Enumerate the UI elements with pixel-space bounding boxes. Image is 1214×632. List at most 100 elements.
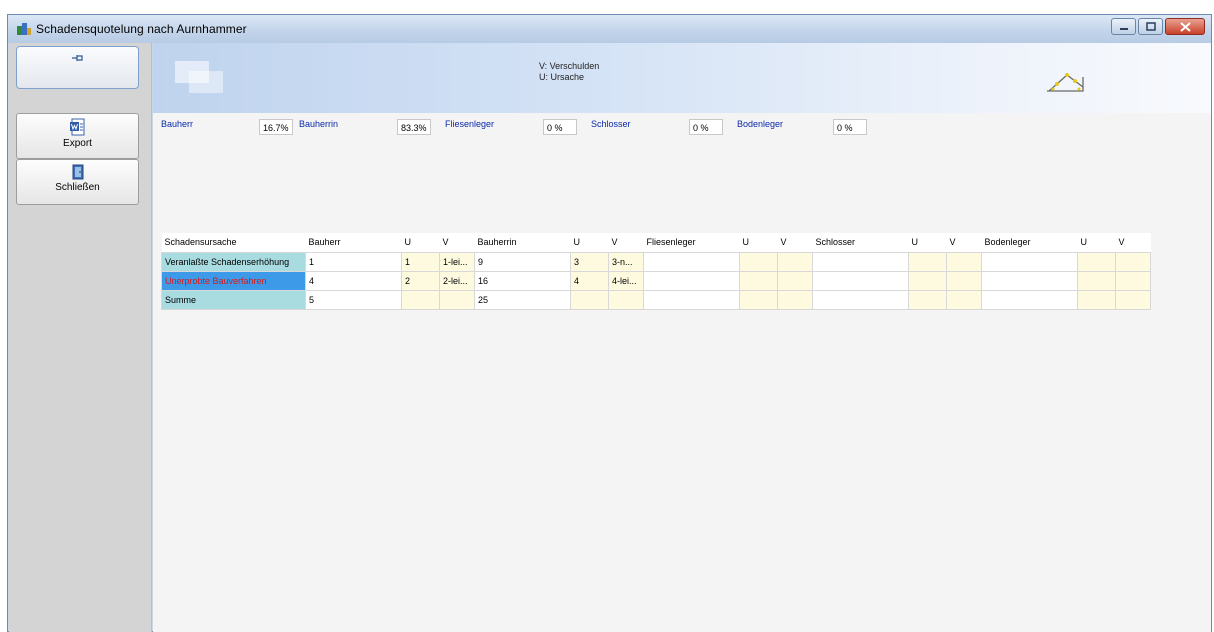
table-cell[interactable]: [1077, 251, 1116, 272]
grid-header-row: Schadensursache Bauherr U V Bauherrin U …: [161, 233, 1151, 253]
table-cell[interactable]: [812, 289, 909, 310]
table-cell[interactable]: [739, 270, 778, 291]
main-panel: V: Verschulden U: Ursache Bauherr 16.7% …: [153, 43, 1211, 632]
col-header-bauherrin[interactable]: Bauherrin: [474, 233, 571, 253]
table-cell[interactable]: [739, 251, 778, 272]
table-row: Veranlaßte Schadenserhöhung 1 1 1-lei...…: [161, 251, 1151, 272]
table-cell[interactable]: 4-lei...: [608, 270, 644, 291]
table-cell[interactable]: [812, 270, 909, 291]
table-cell[interactable]: [1115, 270, 1151, 291]
window-controls: [1111, 18, 1205, 35]
table-cell[interactable]: 3: [570, 251, 609, 272]
legend-verschulden: V: Verschulden: [539, 61, 600, 71]
door-exit-icon: [72, 164, 83, 180]
table-cell[interactable]: 25: [474, 289, 571, 310]
table-cell[interactable]: 5: [305, 289, 402, 310]
table-cell[interactable]: [946, 289, 982, 310]
table-cell[interactable]: 4: [570, 270, 609, 291]
damage-grid: Schadensursache Bauherr U V Bauherrin U …: [161, 233, 1151, 310]
col-header-bauherr[interactable]: Bauherr: [305, 233, 402, 253]
sidebar: Export Schließen: [9, 43, 152, 632]
screen-top-strip: [0, 0, 1214, 14]
table-cell[interactable]: [908, 270, 947, 291]
minimize-icon: [1119, 27, 1128, 30]
table-cell[interactable]: [401, 289, 440, 310]
table-cell[interactable]: [439, 289, 475, 310]
table-cell[interactable]: [1077, 289, 1116, 310]
window-title: Schadensquotelung nach Aurnhammer: [36, 22, 247, 36]
col-header-v[interactable]: V: [946, 233, 982, 253]
col-header-fliesenleger[interactable]: Fliesenleger: [643, 233, 740, 253]
quota-label-bauherr: Bauherr: [161, 119, 194, 129]
table-cell[interactable]: [643, 270, 740, 291]
table-cell[interactable]: 3-n...: [608, 251, 644, 272]
col-header-v[interactable]: V: [439, 233, 475, 253]
app-window: Schadensquotelung nach Aurnhammer Export…: [7, 14, 1212, 632]
table-cell[interactable]: 1-lei...: [439, 251, 475, 272]
pin-button[interactable]: [16, 46, 139, 89]
legend-ursache: U: Ursache: [539, 72, 585, 82]
table-cell[interactable]: [777, 289, 813, 310]
maximize-button[interactable]: [1138, 18, 1163, 35]
roof-logo-icon: [1047, 73, 1084, 92]
col-header-u[interactable]: U: [1077, 233, 1116, 253]
table-cell[interactable]: [1115, 289, 1151, 310]
pin-icon: [71, 55, 83, 61]
word-export-icon: [69, 118, 84, 136]
legend: V: Verschulden U: Ursache: [539, 61, 599, 83]
table-cell[interactable]: 1: [305, 251, 402, 272]
cause-cell[interactable]: Veranlaßte Schadenserhöhung: [161, 251, 306, 272]
col-header-u[interactable]: U: [401, 233, 440, 253]
quota-value-fliesenleger[interactable]: 0 %: [543, 119, 577, 135]
schliessen-label: Schließen: [55, 182, 100, 193]
table-cell[interactable]: [812, 251, 909, 272]
col-header-u[interactable]: U: [570, 233, 609, 253]
quota-label-schlosser: Schlosser: [591, 119, 631, 129]
quota-value-bauherrin[interactable]: 83.3%: [397, 119, 431, 135]
col-header-u[interactable]: U: [908, 233, 947, 253]
table-cell[interactable]: [908, 289, 947, 310]
table-cell[interactable]: [643, 251, 740, 272]
table-cell[interactable]: [908, 251, 947, 272]
table-cell[interactable]: [739, 289, 778, 310]
table-cell[interactable]: [777, 251, 813, 272]
close-icon: [1179, 21, 1191, 32]
col-header-v[interactable]: V: [1115, 233, 1151, 253]
title-bar[interactable]: Schadensquotelung nach Aurnhammer: [8, 15, 1211, 43]
table-cell[interactable]: 4: [305, 270, 402, 291]
table-cell[interactable]: [981, 251, 1078, 272]
quota-label-bodenleger: Bodenleger: [737, 119, 784, 129]
table-cell[interactable]: 16: [474, 270, 571, 291]
table-cell[interactable]: 2-lei...: [439, 270, 475, 291]
table-cell[interactable]: 2: [401, 270, 440, 291]
col-header-schlosser[interactable]: Schlosser: [812, 233, 909, 253]
col-header-u[interactable]: U: [739, 233, 778, 253]
col-header-schadensursache[interactable]: Schadensursache: [161, 233, 306, 253]
table-cell[interactable]: 1: [401, 251, 440, 272]
table-cell[interactable]: [608, 289, 644, 310]
table-cell[interactable]: [1077, 270, 1116, 291]
cause-cell[interactable]: Summe: [161, 289, 306, 310]
minimize-button[interactable]: [1111, 18, 1136, 35]
col-header-v[interactable]: V: [777, 233, 813, 253]
export-button[interactable]: Export: [16, 113, 139, 159]
col-header-bodenleger[interactable]: Bodenleger: [981, 233, 1078, 253]
table-cell[interactable]: [570, 289, 609, 310]
schliessen-button[interactable]: Schließen: [16, 159, 139, 205]
table-cell[interactable]: [981, 289, 1078, 310]
quota-value-schlosser[interactable]: 0 %: [689, 119, 723, 135]
table-cell[interactable]: [981, 270, 1078, 291]
table-cell[interactable]: [1115, 251, 1151, 272]
table-cell[interactable]: [946, 251, 982, 272]
table-cell[interactable]: [643, 289, 740, 310]
quota-value-bauherr[interactable]: 16.7%: [259, 119, 293, 135]
table-cell[interactable]: 9: [474, 251, 571, 272]
cause-cell-selected[interactable]: Unerprobte Bauverfahren: [161, 270, 306, 291]
table-cell[interactable]: [777, 270, 813, 291]
table-cell[interactable]: [946, 270, 982, 291]
app-icon: [17, 23, 31, 35]
close-button[interactable]: [1165, 18, 1205, 35]
col-header-v[interactable]: V: [608, 233, 644, 253]
quota-value-bodenleger[interactable]: 0 %: [833, 119, 867, 135]
maximize-icon: [1145, 22, 1156, 31]
